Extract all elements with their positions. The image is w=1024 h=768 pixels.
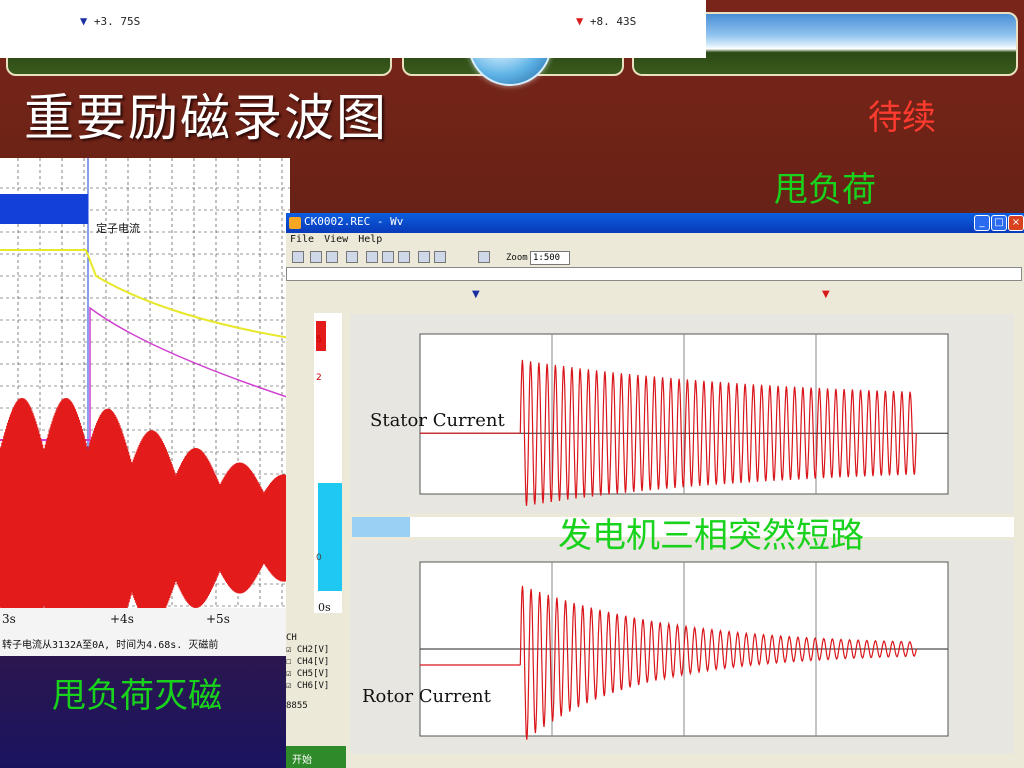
marker-blue-icon[interactable]: ▼ xyxy=(472,289,480,300)
recorder-status: 转子电流从3132A至0A, 时间为4.68s. 灭磁前 xyxy=(2,640,219,651)
cursor-left-readout: +3. 75S xyxy=(93,15,141,28)
scale-label-0: 0 xyxy=(316,553,322,563)
scale-label-5: 5 xyxy=(316,335,322,345)
menu-file[interactable]: File xyxy=(290,234,314,245)
chart-icon[interactable] xyxy=(382,251,394,263)
save-as-icon[interactable] xyxy=(326,251,338,263)
maximize-icon[interactable]: □ xyxy=(991,215,1007,231)
menu-view[interactable]: View xyxy=(324,234,348,245)
window-title: CK0002.REC - Wv xyxy=(304,215,404,228)
legend-chip xyxy=(352,517,410,537)
caption-short-circuit: 发电机三相突然短路 xyxy=(558,516,864,556)
window-titlebar[interactable]: CK0002.REC - Wv _ □ × xyxy=(286,213,1024,233)
zoom-out-icon[interactable] xyxy=(434,251,446,263)
time-tick-1: +4s xyxy=(110,612,134,626)
rotor-current-label: Rotor Current xyxy=(362,686,491,707)
checkbox-checked-icon[interactable]: ☑ xyxy=(286,669,291,679)
marker-red-icon[interactable]: ▼ xyxy=(822,289,830,300)
recorder-waveform xyxy=(0,158,290,656)
print-icon[interactable] xyxy=(346,251,358,263)
channel-item[interactable]: ☐ CH4[V] xyxy=(286,657,346,669)
close-icon[interactable]: × xyxy=(1008,215,1024,231)
recorder-trace-label: 定子电流 xyxy=(96,222,140,235)
cursor-marker-right-icon: ▼ xyxy=(576,14,584,28)
app-icon xyxy=(289,217,301,229)
rotor-current-chart: Rotor Current xyxy=(350,540,1014,754)
checkbox-checked-icon[interactable]: ☑ xyxy=(286,681,291,691)
start-button[interactable]: 开始 xyxy=(286,746,346,768)
menu-bar: File View Help xyxy=(286,234,388,248)
checkbox-unchecked-icon[interactable]: ☐ xyxy=(286,657,291,667)
stator-current-chart: Stator Current xyxy=(350,314,1014,514)
channel-header: CH xyxy=(286,633,297,643)
channel-item[interactable]: ☑ CH6[V] xyxy=(286,681,346,693)
channel-item[interactable]: ☑ CH2[V] xyxy=(286,645,346,657)
cursor-right-readout: +8. 43S xyxy=(589,15,637,28)
save-icon[interactable] xyxy=(310,251,322,263)
copy-icon[interactable] xyxy=(366,251,378,263)
caption-deexcitation: 甩负荷灭磁 xyxy=(52,676,222,716)
recorder-plot xyxy=(0,158,290,656)
checkbox-checked-icon[interactable]: ☑ xyxy=(286,645,291,655)
scale-cyan-block xyxy=(318,483,342,591)
to-be-continued-label: 待续 xyxy=(868,98,936,138)
cursor-marker-left-icon: ▼ xyxy=(80,14,88,28)
open-icon[interactable] xyxy=(292,251,304,263)
minimize-icon[interactable]: _ xyxy=(974,215,990,231)
channel-list: CH ☑ CH2[V] ☐ CH4[V] ☑ CH5[V] ☑ CH6[V] 8… xyxy=(286,633,346,763)
rotor-current-plot xyxy=(419,561,949,740)
book-icon[interactable] xyxy=(478,251,490,263)
channel-item[interactable]: ☑ CH5[V] xyxy=(286,669,346,681)
command-input[interactable] xyxy=(286,267,1022,281)
menu-help[interactable]: Help xyxy=(358,234,382,245)
recorder-channel-block xyxy=(0,194,88,224)
stator-current-label: Stator Current xyxy=(370,410,505,431)
recorder-header: ▼ +3. 75S ▼ +8. 43S xyxy=(0,0,706,58)
time-zero-label: 0s xyxy=(318,601,331,614)
toolbar: Zoom 1:500 xyxy=(286,249,1024,267)
time-tick-0: 3s xyxy=(2,612,16,626)
time-tick-2: +5s xyxy=(206,612,230,626)
cursor-icon[interactable] xyxy=(398,251,410,263)
marker-bar: ▼ ▼ xyxy=(322,289,1022,303)
slide-title: 重要励磁录波图 xyxy=(24,89,388,147)
caption-load-rejection: 甩负荷 xyxy=(774,170,876,210)
zoom-in-icon[interactable] xyxy=(418,251,430,263)
zoom-select[interactable]: 1:500 xyxy=(530,251,570,265)
status-number: 8855 xyxy=(286,701,308,711)
zoom-label: Zoom xyxy=(506,253,528,263)
scale-label-2: 2 xyxy=(316,373,322,383)
